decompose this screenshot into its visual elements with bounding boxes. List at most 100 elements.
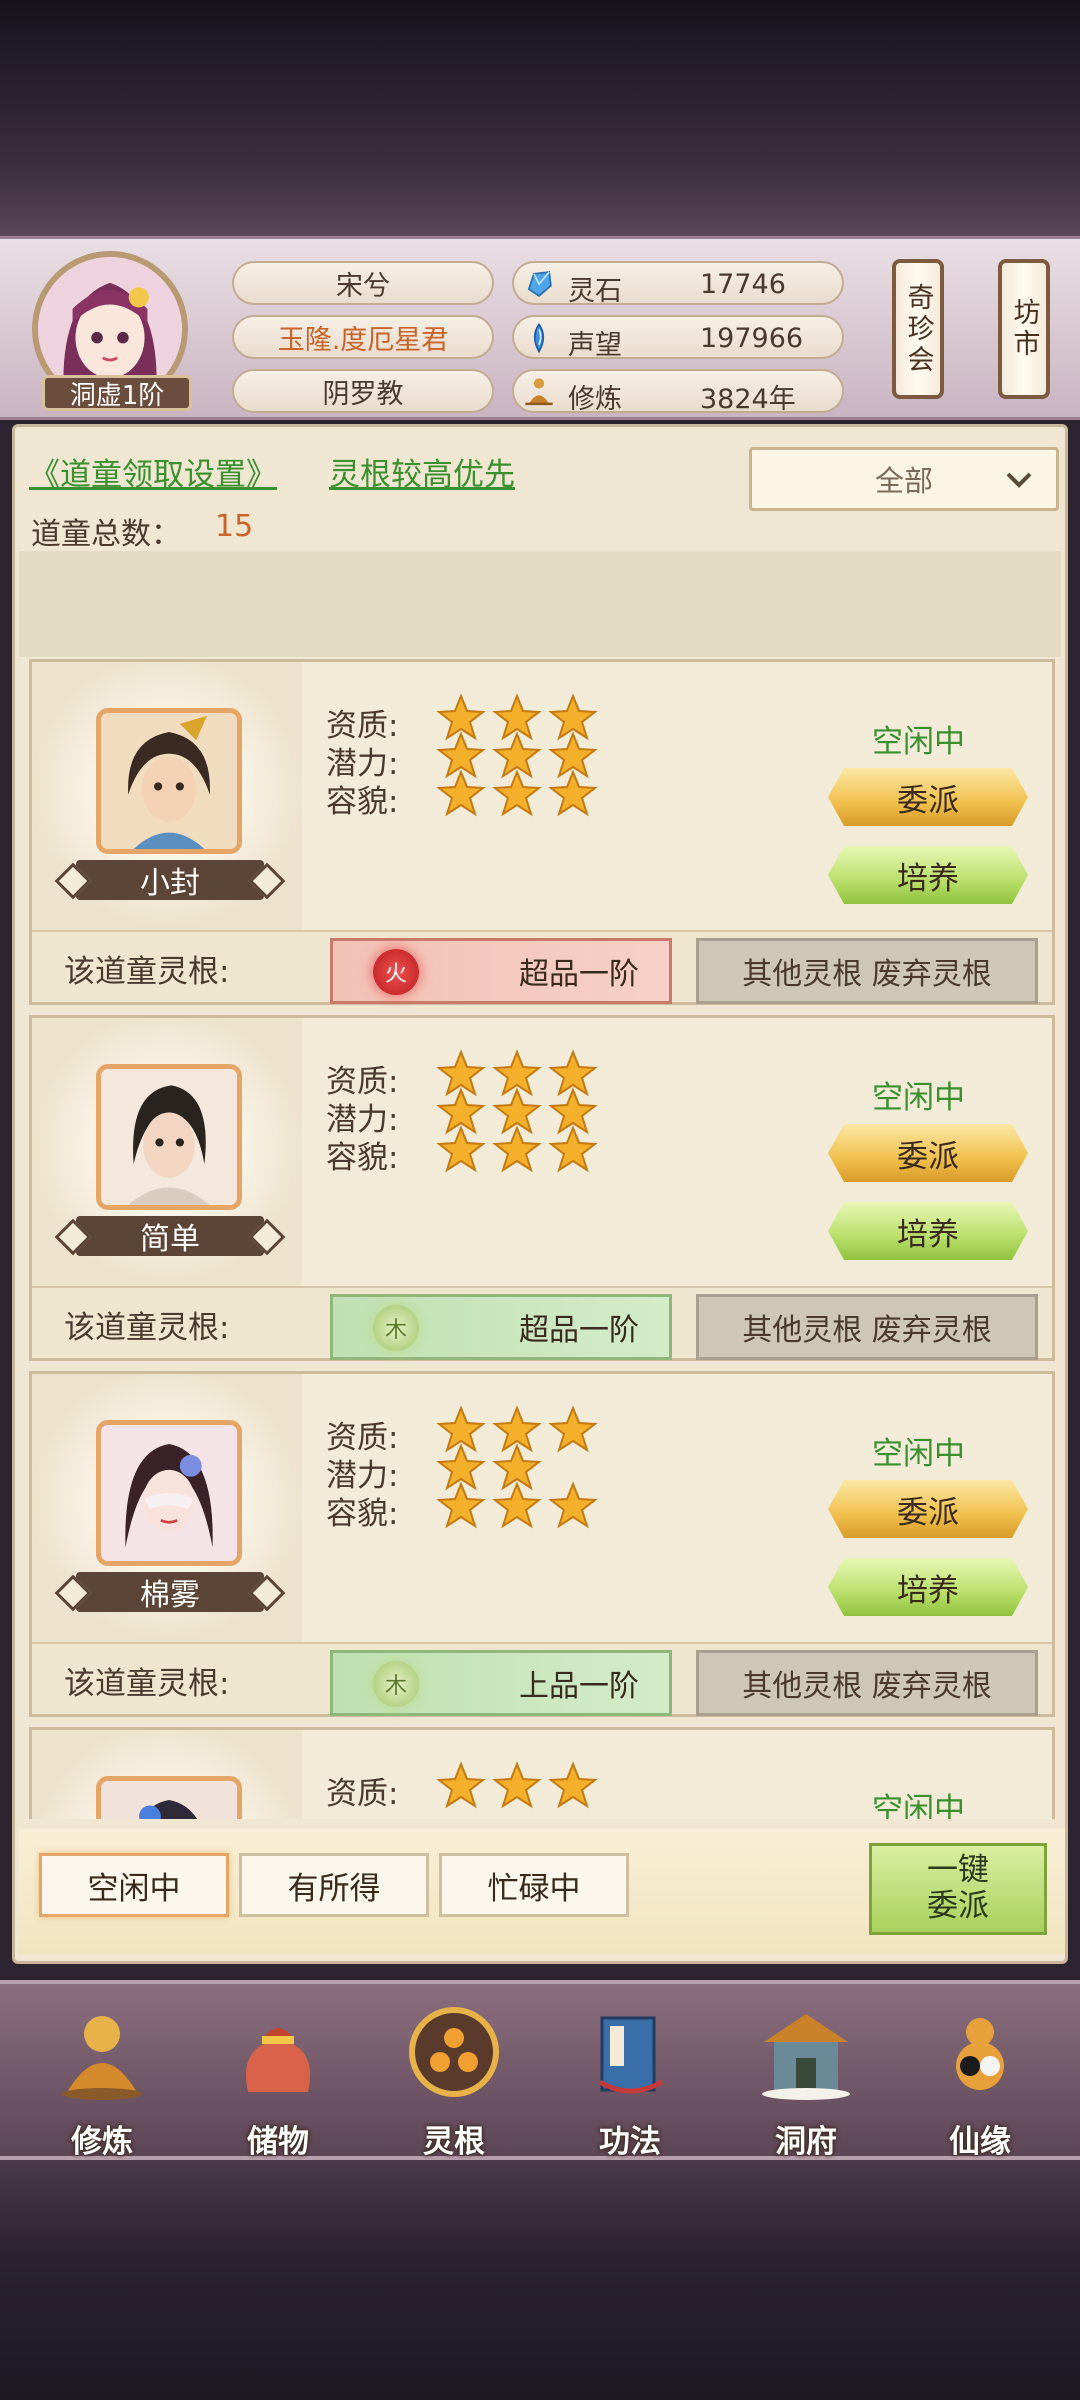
disciple-portrait[interactable] [96, 1776, 242, 1819]
disciple-portrait[interactable] [96, 1420, 242, 1566]
wood-element-icon: 木 [373, 1305, 419, 1351]
star-rating [436, 1125, 604, 1183]
star-icon [436, 1481, 486, 1529]
resource-label: 修炼 [568, 384, 622, 415]
top-background [0, 0, 1080, 236]
qizhen-shop-button[interactable]: 奇珍会 [892, 259, 944, 399]
one-key-assign-button[interactable]: 一键 委派 [869, 1843, 1047, 1935]
nav-cave-mansion[interactable]: 洞府 [736, 1994, 876, 2160]
priority-link[interactable]: 灵根较高优先 [329, 449, 515, 494]
spirit-stone-icon [527, 271, 552, 297]
disciple-list[interactable]: 小封 资质: 潜力: 容貌: 空闲中 委派 培养 该道童灵根: 火 超品一阶 其… [29, 659, 1055, 1819]
storage-bag-icon [246, 2028, 310, 2092]
disciple-status: 空闲中 [872, 1436, 965, 1472]
female-disciple-portrait-icon [101, 1781, 237, 1819]
disciple-name: 棉雾 [76, 1572, 264, 1613]
player-sect: 阴罗教 [232, 369, 494, 413]
disciple-panel: 《道童领取设置》 灵根较高优先 全部 道童总数： 15 小封 资质: 潜力: 容… [12, 424, 1068, 1964]
nav-storage[interactable]: 储物 [208, 1994, 348, 2160]
root-label: 该道童灵根: [64, 1310, 230, 1346]
female-disciple-portrait-icon [101, 1425, 237, 1561]
filter-value: 全部 [874, 464, 933, 498]
realm-badge: 洞虚1阶 [42, 375, 192, 411]
star-icon [548, 1481, 598, 1529]
nav-cultivate[interactable]: 修炼 [32, 1994, 172, 2160]
aptitude-label: 资质: [326, 1775, 399, 1812]
nav-immortal-fate[interactable]: 仙缘 [910, 1994, 1050, 2160]
one-key-line1: 一键 [927, 1852, 989, 1889]
disciple-status: 空闲中 [872, 1080, 965, 1116]
root-grade-text: 超品一阶 [519, 1313, 639, 1348]
skill-book-icon [598, 2016, 664, 2094]
nav-label: 仙缘 [949, 2124, 1011, 2160]
player-title: 玉隆.度厄星君 [232, 315, 494, 359]
other-roots-button[interactable]: 其他灵根 废弃灵根 [696, 1650, 1038, 1716]
tab-busy[interactable]: 忙碌中 [439, 1853, 629, 1917]
star-rating [436, 1481, 604, 1539]
resource-label: 声望 [568, 330, 622, 361]
star-rating [436, 769, 604, 827]
gourd-fate-icon [956, 2018, 1004, 2090]
star-icon [548, 1405, 598, 1453]
spirit-root-grade[interactable]: 木 超品一阶 [330, 1294, 672, 1360]
nav-label: 洞府 [775, 2124, 837, 2160]
filter-dropdown[interactable]: 全部 [749, 447, 1059, 511]
appearance-label: 容貌: [326, 783, 399, 820]
resource-prestige: 声望 197966 [512, 315, 844, 361]
disciple-status: 空闲中 [872, 1792, 965, 1819]
player-name: 宋兮 [232, 261, 494, 305]
spirit-root-row: 该道童灵根: 木 上品一阶 其他灵根 废弃灵根 [32, 1642, 1052, 1716]
root-label: 该道童灵根: [64, 1666, 230, 1702]
star-icon [436, 1125, 486, 1173]
star-icon [548, 1761, 598, 1809]
root-grade-text: 上品一阶 [519, 1669, 639, 1704]
tab-idle[interactable]: 空闲中 [39, 1853, 229, 1917]
tab-gained[interactable]: 有所得 [239, 1853, 429, 1917]
nav-spirit-root[interactable]: 灵根 [384, 1994, 524, 2160]
appearance-label: 容貌: [326, 1495, 399, 1532]
male-disciple-portrait-icon [101, 1069, 237, 1205]
assign-button[interactable]: 委派 [828, 1480, 1028, 1538]
market-button[interactable]: 坊市 [998, 259, 1050, 399]
nav-label: 修炼 [71, 2124, 133, 2160]
nav-label: 功法 [599, 2124, 661, 2160]
fire-element-icon: 火 [373, 949, 419, 995]
other-roots-button[interactable]: 其他灵根 废弃灵根 [696, 938, 1038, 1004]
disciple-portrait[interactable] [96, 708, 242, 854]
total-value: 15 [215, 509, 254, 544]
disciple-portrait[interactable] [96, 1064, 242, 1210]
appearance-row: 容貌: [326, 769, 604, 822]
assign-button[interactable]: 委派 [828, 768, 1028, 826]
train-button[interactable]: 培养 [828, 1202, 1028, 1260]
assign-button[interactable]: 委派 [828, 1124, 1028, 1182]
nav-label: 储物 [247, 2124, 309, 2160]
wood-element-icon: 木 [373, 1661, 419, 1707]
star-icon [436, 1761, 486, 1809]
star-icon [492, 1125, 542, 1173]
appearance-row: 容貌: [326, 1481, 604, 1534]
appearance-label: 容貌: [326, 1139, 399, 1176]
star-icon [436, 769, 486, 817]
aptitude-row: 资质: [326, 1761, 604, 1814]
spirit-root-grade[interactable]: 火 超品一阶 [330, 938, 672, 1004]
star-icon [492, 769, 542, 817]
train-button[interactable]: 培养 [828, 846, 1028, 904]
spirit-root-grade[interactable]: 木 上品一阶 [330, 1650, 672, 1716]
collect-settings-link[interactable]: 《道童领取设置》 [29, 449, 277, 494]
portrait-area: 简单 [32, 1018, 302, 1286]
bottom-background [0, 2160, 1080, 2400]
disciple-status: 空闲中 [872, 724, 965, 760]
spirit-root-row: 该道童灵根: 木 超品一阶 其他灵根 废弃灵根 [32, 1286, 1052, 1360]
spirit-root-row: 该道童灵根: 火 超品一阶 其他灵根 废弃灵根 [32, 930, 1052, 1004]
nav-skills[interactable]: 功法 [560, 1994, 700, 2160]
spirit-root-icon [409, 2007, 499, 2097]
one-key-line2: 委派 [927, 1888, 989, 1924]
list-header-spacer [19, 551, 1061, 657]
other-roots-button[interactable]: 其他灵根 废弃灵根 [696, 1294, 1038, 1360]
resource-value: 197966 [700, 323, 804, 354]
train-button[interactable]: 培养 [828, 1558, 1028, 1616]
disciple-card: 小封 资质: 潜力: 容貌: 空闲中 委派 培养 该道童灵根: 火 超品一阶 其… [29, 659, 1055, 1005]
cave-mansion-icon [762, 2014, 850, 2100]
star-icon [492, 1761, 542, 1809]
root-grade-text: 超品一阶 [519, 957, 639, 992]
